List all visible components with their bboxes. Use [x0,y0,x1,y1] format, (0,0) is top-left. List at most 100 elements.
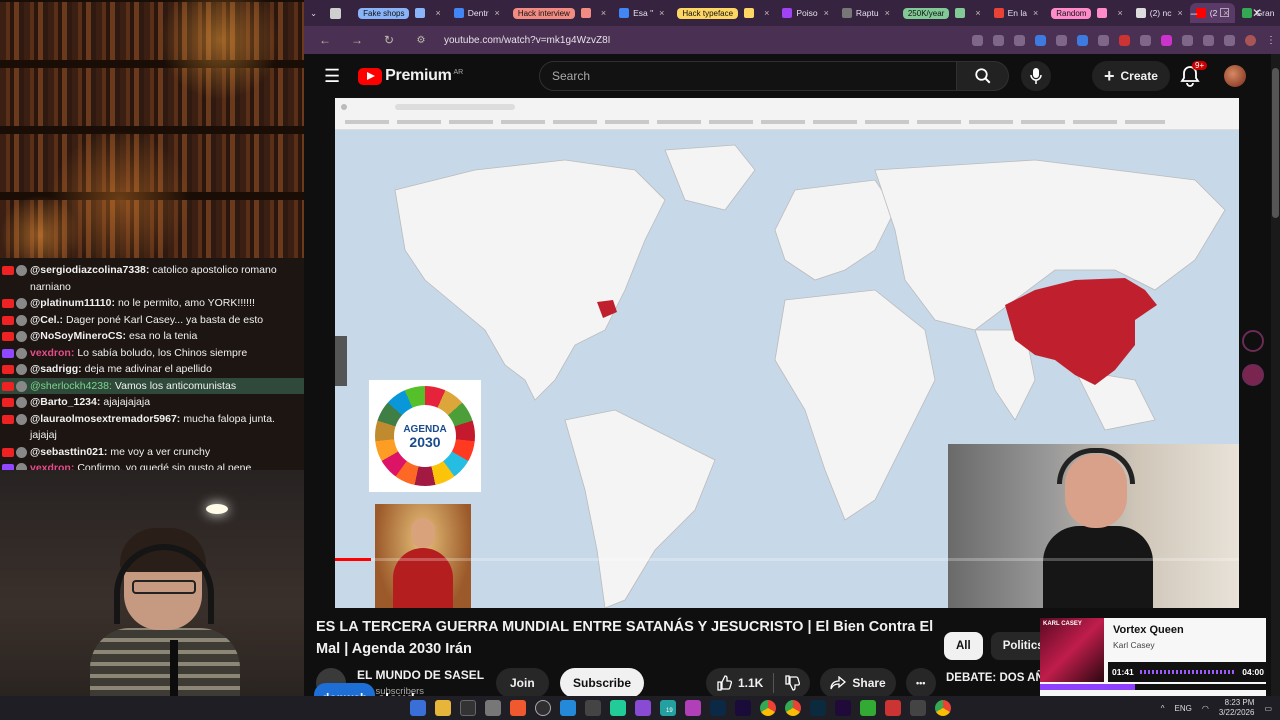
tab-close-icon[interactable]: × [435,8,440,18]
tab-close-icon[interactable]: × [824,8,829,18]
cast-icon[interactable] [972,34,983,46]
lightroom-icon[interactable] [810,700,826,716]
app-icon[interactable] [685,700,701,716]
brave-icon[interactable] [510,700,526,716]
browser-tab[interactable]: (2) nc × [1130,3,1189,23]
voice-search-button[interactable] [1021,61,1051,91]
reload-button[interactable]: ↻ [378,33,400,47]
kebab-menu-icon[interactable]: ⋮ [1266,35,1276,46]
youtube-premium-logo[interactable]: Premium AR [358,67,463,85]
back-button[interactable]: ← [314,33,336,47]
photoshop-icon[interactable] [710,700,726,716]
map-undo-controls[interactable] [335,336,347,386]
maximize-button[interactable]: ☐ [1219,6,1230,20]
browser-tab[interactable]: Dentr × [448,3,506,23]
widgets-icon[interactable] [410,700,426,716]
url-field[interactable]: youtube.com/watch?v=mk1g4WzvZ8I [444,35,610,46]
search-button[interactable] [957,61,1009,91]
extension-icon[interactable] [1140,34,1151,46]
tray-chevron-icon[interactable]: ^ [1161,704,1165,713]
notification-center-icon[interactable]: ▭ [1264,704,1272,713]
like-button[interactable]: 1.1K [716,675,763,691]
tab-close-icon[interactable]: × [764,8,769,18]
app-icon[interactable] [485,700,501,716]
wifi-icon[interactable]: ◠ [1202,704,1209,713]
extension-icon[interactable] [1098,34,1109,46]
browser-tab[interactable]: Esa " × [613,3,670,23]
extension-icon[interactable] [1119,34,1130,46]
dislike-button[interactable] [784,675,801,691]
sidebar-icon[interactable] [1203,34,1214,46]
chrome-icon[interactable] [785,700,801,716]
obs-icon[interactable] [535,700,551,716]
search-input[interactable]: Search [539,61,957,91]
browser-tab[interactable]: Raptu × [836,3,896,23]
tab-close-icon[interactable]: × [1033,8,1038,18]
bookmark-star-icon[interactable] [1014,34,1025,46]
app-icon[interactable] [860,700,876,716]
forward-button[interactable]: → [346,33,368,47]
premiere-icon[interactable] [835,700,851,716]
notifications-button[interactable]: 9+ [1180,61,1208,89]
extension-icon[interactable] [1056,34,1067,46]
hamburger-menu-icon[interactable]: ☰ [324,66,340,87]
page-scrollbar[interactable] [1271,54,1280,696]
browser-tab[interactable]: 250K/year × [897,3,987,23]
visual-studio-icon[interactable] [635,700,651,716]
filter-chip[interactable]: All [944,632,983,660]
more-actions-button[interactable]: ••• [905,668,936,698]
language-indicator[interactable]: ENG [1175,704,1192,713]
browser-tab[interactable]: Random × [1045,3,1129,23]
close-window-button[interactable]: ✕ [1252,6,1262,20]
tab-group-7[interactable] [324,3,351,23]
channel-name[interactable]: EL MUNDO DE SASEL [357,668,484,682]
video-player[interactable]: AGENDA 2030 [335,98,1239,608]
tab-group-label[interactable]: Random [1051,7,1092,19]
app-icon[interactable] [585,700,601,716]
file-explorer-icon[interactable] [435,700,451,716]
tab-close-icon[interactable]: × [975,8,980,18]
profile-icon[interactable] [1245,34,1256,46]
tab-close-icon[interactable]: × [659,8,664,18]
tab-search-button[interactable]: ⌄ [304,3,323,23]
tab-close-icon[interactable]: × [495,8,500,18]
browser-tab[interactable]: Hack interview × [507,3,612,23]
site-info-icon[interactable]: ⚙ [410,35,432,46]
tab-group-label[interactable]: Fake shops [358,7,410,19]
vscode-insiders-icon[interactable]: 19 [660,700,676,716]
downloads-icon[interactable] [1224,34,1235,46]
share-button[interactable]: Share [820,668,896,698]
app-icon[interactable] [910,700,926,716]
zoom-icon[interactable] [993,34,1004,46]
app-icon[interactable] [610,700,626,716]
create-button[interactable]: + Create [1092,61,1170,91]
tab-group-label[interactable]: Hack interview [512,7,575,19]
tab-close-icon[interactable]: × [885,8,890,18]
extension-icon[interactable] [1161,34,1172,46]
account-avatar[interactable] [1224,65,1246,87]
tab-close-icon[interactable]: × [1117,8,1122,18]
browser-tab[interactable]: Hack typeface × [671,3,775,23]
browser-tab[interactable]: En la × [988,3,1045,23]
translate-icon[interactable] [1242,364,1264,386]
vscode-icon[interactable] [560,700,576,716]
clock[interactable]: 8:23 PM 3/22/2026 [1219,698,1255,718]
video-progress-bar[interactable] [335,558,1239,561]
join-button[interactable]: Join [496,668,549,698]
app-icon[interactable] [885,700,901,716]
minimize-button[interactable]: – [1190,6,1197,20]
side-extension-icon[interactable] [1242,330,1264,352]
tab-close-icon[interactable]: × [601,8,606,18]
tab-group-label[interactable]: 250K/year [902,7,950,19]
extensions-puzzle-icon[interactable] [1182,34,1193,46]
subscribe-button[interactable]: Subscribe [560,668,645,698]
tab-close-icon[interactable]: × [1177,8,1182,18]
chrome-icon[interactable] [760,700,776,716]
chrome-icon[interactable] [935,700,951,716]
browser-tab[interactable]: Fake shops × [352,3,447,23]
tab-group-label[interactable]: Hack typeface [677,7,739,19]
terminal-icon[interactable] [460,700,476,716]
extension-icon[interactable] [1035,34,1046,46]
extension-icon[interactable] [1077,34,1088,46]
browser-tab[interactable]: Poiso × [776,3,835,23]
